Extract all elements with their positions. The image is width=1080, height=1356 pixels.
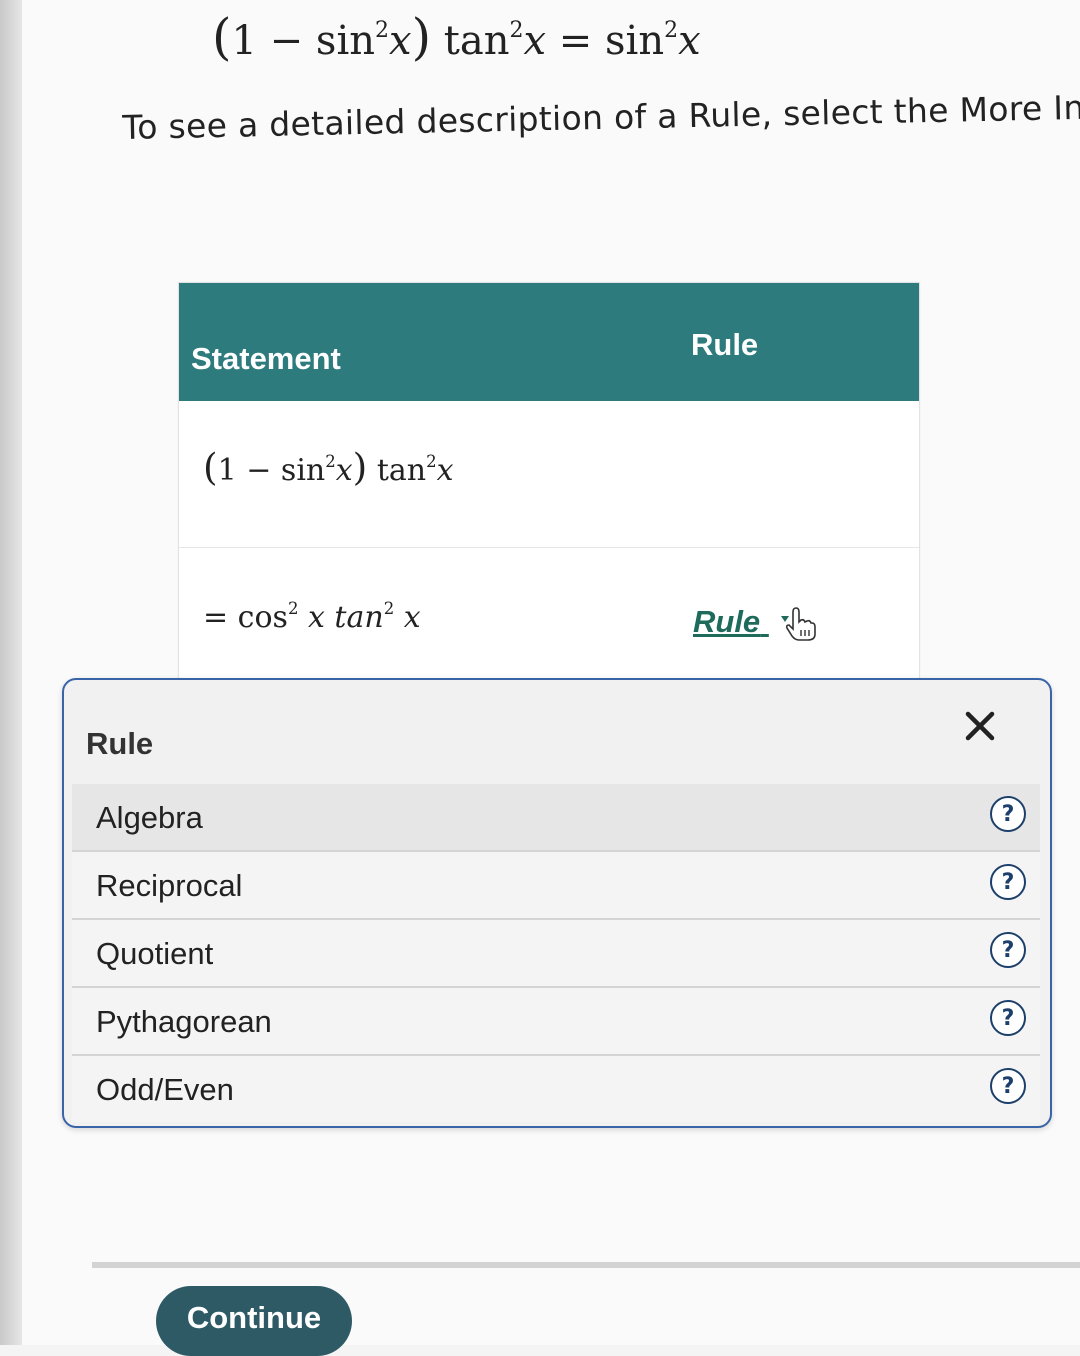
problem-exp2: 2 (509, 18, 524, 44)
row2-x-tan: x tan (298, 600, 384, 635)
rule-dropdown-label: Rule (693, 604, 761, 639)
rule-option-reciprocal[interactable]: Reciprocal ? (72, 852, 1040, 920)
row1-open-paren: ( (203, 445, 218, 489)
problem-x3: x (678, 18, 701, 64)
header-statement: Statement (191, 341, 341, 376)
row1-tan: tan (367, 453, 427, 488)
rule-option-pythagorean[interactable]: Pythagorean ? (72, 988, 1040, 1056)
help-icon[interactable]: ? (990, 1000, 1026, 1036)
rule-option-quotient[interactable]: Quotient ? (72, 920, 1040, 988)
row1-x1: x (335, 453, 353, 488)
problem-close-paren: ) (411, 8, 432, 66)
row2-statement: = cos2 x tan2 x (203, 599, 421, 635)
rule-popup: Rule Algebra ? Reciprocal ? Quotient ? P… (62, 678, 1052, 1128)
problem-open-paren: ( (212, 8, 232, 66)
help-icon[interactable]: ? (990, 1068, 1026, 1104)
rule-option-algebra[interactable]: Algebra ? (72, 784, 1040, 852)
problem-exp1: 2 (375, 18, 389, 44)
help-icon[interactable]: ? (990, 932, 1026, 968)
proof-row-2: = cos2 x tan2 x Rule (179, 548, 919, 695)
rule-list: Algebra ? Reciprocal ? Quotient ? Pythag… (72, 784, 1040, 1122)
row1-one-minus-sin: 1 − sin (217, 453, 326, 488)
rule-dropdown[interactable]: Rule (693, 604, 817, 642)
problem-equals-sin: = sin (546, 18, 665, 64)
rule-option-label: Algebra (96, 800, 203, 835)
proof-table: Statement Rule (1 − sin2x) tan2x = cos2 … (178, 282, 920, 696)
help-icon[interactable]: ? (990, 796, 1026, 832)
row2-exp2: 2 (383, 599, 395, 619)
problem-one-minus-sin: 1 − sin (231, 18, 375, 64)
row1-close-paren: ) (352, 445, 368, 489)
row2-exp1: 2 (287, 599, 299, 619)
rule-option-label: Reciprocal (96, 868, 243, 903)
rule-option-label: Quotient (96, 936, 214, 971)
problem-exp3: 2 (664, 18, 679, 44)
hand-pointer-icon (780, 607, 816, 641)
rule-option-label: Pythagorean (96, 1004, 272, 1039)
header-rule: Rule (691, 327, 759, 362)
proof-row-1: (1 − sin2x) tan2x (179, 401, 919, 548)
proof-table-header: Statement Rule (179, 283, 919, 401)
row1-statement: (1 − sin2x) tan2x (203, 448, 454, 488)
row1-x2: x (436, 453, 454, 488)
popup-title: Rule (86, 726, 154, 761)
screen-left-edge (0, 0, 22, 1345)
problem-x2: x (523, 18, 547, 64)
problem-tan: tan (431, 18, 510, 64)
row1-exp1: 2 (325, 452, 336, 472)
rule-option-label: Odd/Even (96, 1072, 234, 1107)
row1-exp2: 2 (426, 452, 437, 472)
row2-x2: x (394, 600, 421, 635)
problem-equation: (1 − sin2x) tan2x = sin2x (212, 12, 701, 64)
close-icon[interactable] (962, 708, 998, 744)
continue-button[interactable]: Continue (156, 1286, 352, 1356)
row2-eq-cos: = cos (203, 600, 288, 635)
help-icon[interactable]: ? (990, 864, 1026, 900)
problem-x1: x (389, 18, 412, 64)
footer-divider (92, 1262, 1080, 1268)
rule-option-odd-even[interactable]: Odd/Even ? (72, 1056, 1040, 1122)
instruction-text: To see a detailed description of a Rule,… (122, 87, 1080, 147)
page: (1 − sin2x) tan2x = sin2x To see a detai… (22, 0, 1080, 1356)
